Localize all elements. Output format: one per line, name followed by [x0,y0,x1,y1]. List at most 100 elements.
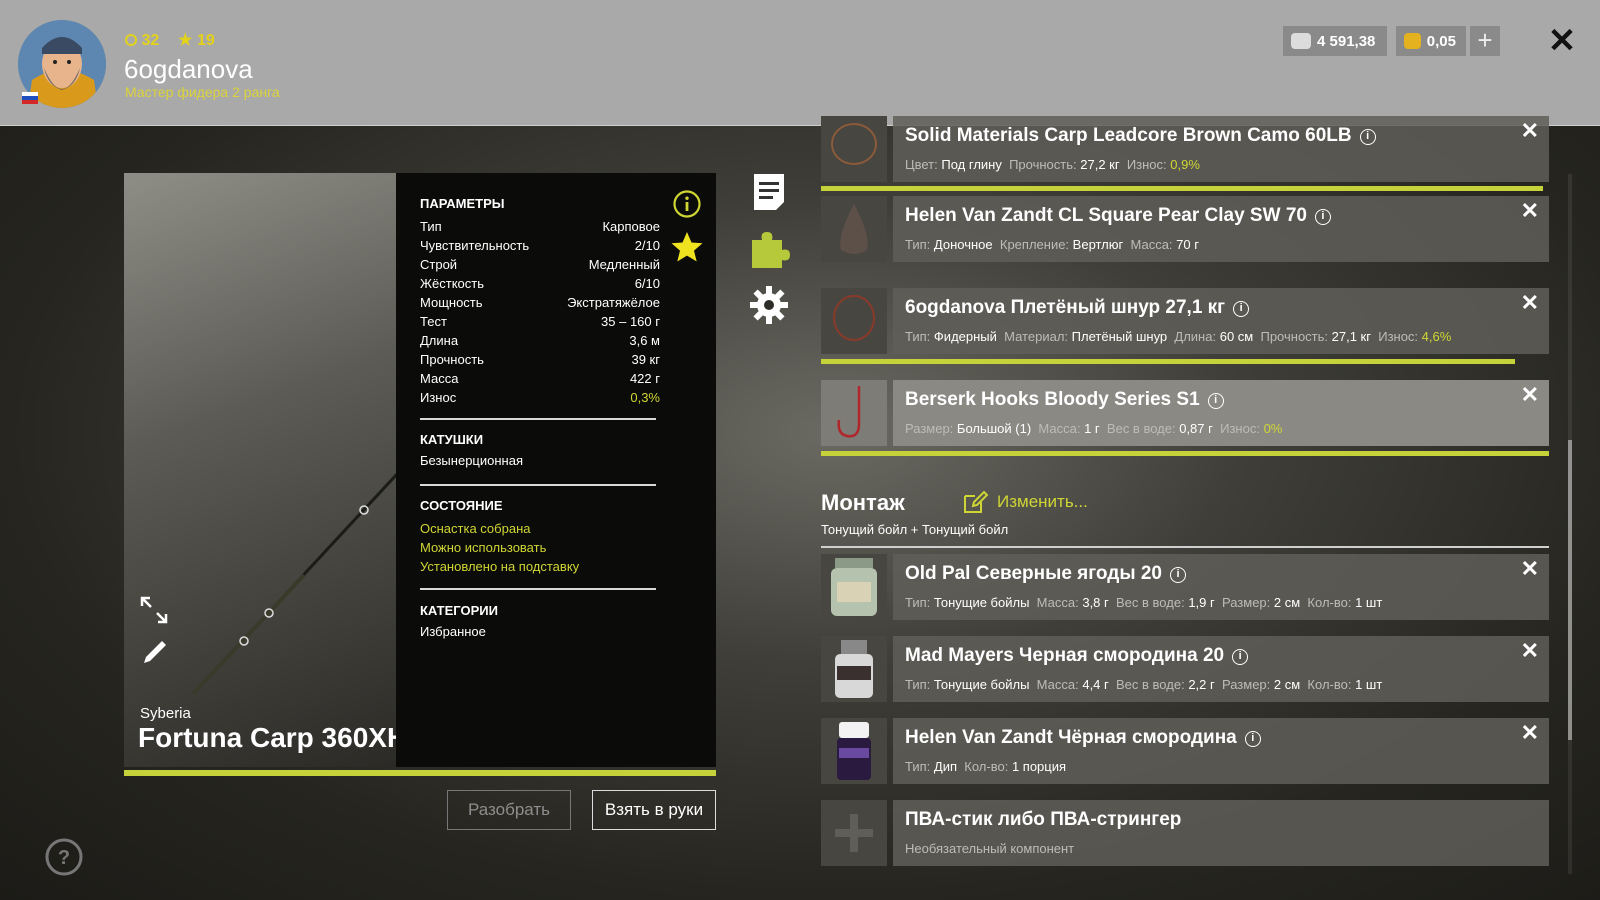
favorite-star-icon[interactable] [670,230,704,264]
pva-title: ПВА-стик либо ПВА-стрингер [905,809,1182,830]
info-icon[interactable]: i [1314,209,1331,225]
param-label: Прочность [420,352,484,367]
reels-section: КАТУШКИ Безынерционная [420,432,660,468]
tackle-title: 6ogdanova Плетёный шнур 27,1 кг i [905,297,1250,319]
reels-value: Безынерционная [420,453,523,468]
state-title: СОСТОЯНИЕ [420,498,503,513]
param-label: Длина [420,333,459,348]
param-row: Жёсткость 6/10 [420,274,660,293]
tackle-title: Solid Materials Carp Leadcore Brown Camo… [905,125,1376,147]
param-row: Тест 35 – 160 г [420,312,660,331]
categories-title: КАТЕГОРИИ [420,603,498,618]
bait-desc: Тип: Дип Кол-во: 1 порция [905,759,1067,774]
param-label: Износ [420,390,457,405]
help-icon[interactable]: ? [44,837,84,877]
param-row: Масса 422 г [420,369,660,388]
bait-jar-thumbnail [821,636,887,702]
param-label: Жёсткость [420,276,484,291]
remove-button[interactable]: ✕ [1521,556,1539,582]
param-value: 422 г [629,371,660,386]
tackle-item-sinker[interactable]: Helen Van Zandt CL Square Pear Clay SW 7… [821,196,1549,262]
level-coin-icon [125,34,137,46]
info-icon[interactable]: i [1359,129,1376,145]
tackle-desc: Тип: Фидерный Материал: Плетёный шнур Дл… [905,329,1452,344]
params-section: ПАРАМЕТРЫ Тип Карповое Чувствительность 2/1… [420,196,660,407]
param-row: Чувствительность 2/10 [420,236,660,255]
level-stats: 32 ★ 19 [125,30,215,50]
remove-button[interactable]: ✕ [1521,118,1539,144]
param-row: Тип Карповое [420,217,660,236]
tackle-item-leadcore[interactable]: Solid Materials Carp Leadcore Brown Camo… [821,116,1549,182]
rod-wear-bar [124,770,716,776]
param-label: Строй [420,257,458,272]
info-icon[interactable]: i [1244,731,1261,747]
bait-item-mad-mayers[interactable]: Mad Mayers Черная смородина 20 i Тип: Тон… [821,636,1549,702]
pva-subtitle: Необязательный компонент [905,841,1075,856]
level-value: 32 [141,32,160,49]
username: 6ogdanova [124,54,253,84]
param-value: 3,6 м [629,333,660,348]
close-button[interactable]: ✕ [1545,24,1579,58]
description-icon[interactable] [752,172,786,212]
param-value: Карповое [602,219,660,234]
param-value: Медленный [588,257,660,272]
profile-header: 32 ★ 19 6ogdanova Мастер фидера 2 ранга … [0,0,1600,126]
bait-title: Helen Van Zandt Чёрная смородина i [905,727,1261,749]
rod-preview[interactable] [124,173,398,767]
bait-item-dip[interactable]: Helen Van Zandt Чёрная смородина i Тип: Д… [821,718,1549,784]
svg-text:?: ? [58,847,70,869]
tackle-item-body: Helen Van Zandt CL Square Pear Clay SW 7… [893,196,1549,262]
montage-edit-button[interactable]: Изменить... [965,492,1088,512]
take-in-hands-button[interactable]: Взять в руки [592,790,716,830]
param-row: Длина 3,6 м [420,331,660,350]
info-icon[interactable]: i [1169,567,1186,583]
rod-brand: Syberia [140,705,191,722]
bait-desc: Тип: Тонущие бойлы Масса: 3,8 г Вес в во… [905,595,1383,610]
param-row: Мощность Экстратяжёлое [420,293,660,312]
info-icon[interactable]: i [1232,649,1249,665]
remove-button[interactable]: ✕ [1521,382,1539,408]
rename-pen-icon[interactable] [140,637,170,667]
braid-wear-bar [821,359,1515,364]
player-rank: Мастер фидера 2 ранга [125,84,280,100]
add-slot-plus-icon[interactable] [821,800,887,866]
remove-button[interactable]: ✕ [1521,198,1539,224]
tackle-desc: Цвет: Под глину Прочность: 27,2 кг Износ… [905,157,1200,172]
components-puzzle-icon[interactable] [748,228,790,270]
info-icon[interactable]: i [1207,393,1224,409]
settings-gear-icon[interactable] [748,284,790,326]
expand-icon[interactable] [138,594,170,626]
remove-button[interactable]: ✕ [1521,720,1539,746]
param-value: 35 – 160 г [601,314,660,329]
gold-amount: 0,05 [1426,32,1456,50]
param-value: 2/10 [634,238,660,253]
param-label: Мощность [420,295,483,310]
divider [420,484,656,486]
add-pva-slot[interactable]: ПВА-стик либо ПВА-стрингер Необязательны… [821,800,1549,866]
rod-name: Fortuna Carp 360XH [138,722,398,753]
param-label: Масса [420,371,459,386]
montage-subtitle: Тонущий бойл + Тонущий бойл [821,522,1009,537]
info-icon[interactable] [672,189,702,219]
leadcore-wear-bar [821,186,1543,191]
remove-button[interactable]: ✕ [1521,638,1539,664]
scrollbar-thumb[interactable] [1568,440,1572,740]
tackle-item-braid[interactable]: 6ogdanova Плетёный шнур 27,1 кг i Тип: Фи… [821,288,1549,354]
bait-item-old-pal[interactable]: Old Pal Северные ягоды 20 i Тип: Тонущие … [821,554,1549,620]
tackle-title: Helen Van Zandt CL Square Pear Clay SW 7… [905,205,1331,227]
divider [821,546,1549,548]
state-item: Установлено на подставку [420,559,580,574]
tackle-item-hook[interactable]: Berserk Hooks Bloody Series S1 i Размер: … [821,380,1549,446]
disassemble-button[interactable]: Разобрать [447,790,571,830]
gold-coins-icon [1404,33,1421,49]
add-currency-button[interactable]: + [1470,26,1500,56]
divider [420,418,656,420]
bait-item-body: Helen Van Zandt Чёрная смородина i Тип: Д… [893,718,1549,784]
bait-title: Old Pal Северные ягоды 20 i [905,563,1186,585]
add-slot-body: ПВА-стик либо ПВА-стрингер Необязательны… [893,800,1549,866]
hook-wear-bar [821,451,1549,456]
info-icon[interactable]: i [1233,301,1250,317]
param-value: 39 кг [631,352,660,367]
remove-button[interactable]: ✕ [1521,290,1539,316]
dip-bottle-thumbnail [821,718,887,784]
